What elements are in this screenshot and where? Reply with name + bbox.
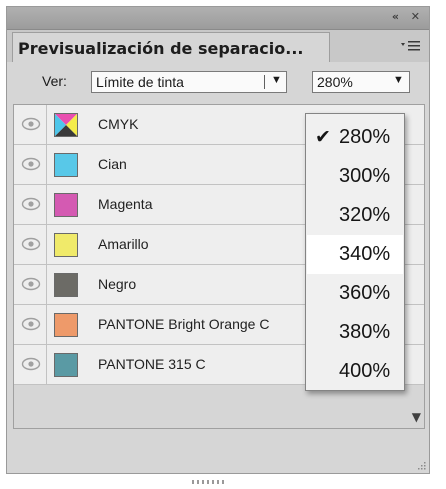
option-320[interactable]: 320% xyxy=(307,196,403,235)
eye-icon[interactable] xyxy=(14,265,47,304)
separation-label: Amarillo xyxy=(98,236,149,252)
tab-separations-preview[interactable]: Previsualización de separacio... xyxy=(12,32,330,62)
option-380[interactable]: 380% xyxy=(307,313,403,352)
separation-label: Magenta xyxy=(98,196,153,212)
option-280[interactable]: ✔ 280% xyxy=(307,118,403,157)
eye-icon[interactable] xyxy=(14,225,47,264)
option-340[interactable]: 340% xyxy=(307,235,403,274)
eye-icon[interactable] xyxy=(14,145,47,184)
ink-limit-value: 280% xyxy=(317,74,353,90)
separation-label: PANTONE Bright Orange C xyxy=(98,316,270,332)
eye-icon[interactable] xyxy=(14,345,47,384)
tab-row: Previsualización de separacio... xyxy=(7,30,429,62)
view-label: Ver: xyxy=(42,73,67,89)
color-swatch xyxy=(54,233,78,257)
chevron-down-icon[interactable]: ▼ xyxy=(271,74,282,86)
panel-menu-icon[interactable] xyxy=(399,39,421,55)
option-300[interactable]: 300% xyxy=(307,157,403,196)
resize-grip-icon[interactable] xyxy=(415,461,427,471)
close-icon[interactable]: ✕ xyxy=(411,10,420,23)
view-mode-select[interactable]: Límite de tinta ▼ xyxy=(91,71,287,93)
list-empty-area xyxy=(14,385,424,428)
collapse-panel-icon[interactable]: « xyxy=(392,10,399,23)
eye-icon[interactable] xyxy=(14,305,47,344)
option-400[interactable]: 400% xyxy=(307,352,403,391)
separation-label: PANTONE 315 C xyxy=(98,356,206,372)
ink-limit-select[interactable]: 280% ▼ xyxy=(312,71,410,93)
separation-label: Negro xyxy=(98,276,137,292)
color-swatch xyxy=(54,193,78,217)
eye-icon[interactable] xyxy=(14,105,47,144)
cmyk-swatch-icon xyxy=(54,113,78,137)
eye-icon[interactable] xyxy=(14,185,47,224)
panel-resize-handle[interactable] xyxy=(190,479,230,485)
ink-limit-dropdown: ✔ 280% 300% 320% 340% 360% 380% 400% xyxy=(305,113,405,391)
separation-label: CMYK xyxy=(98,116,139,132)
color-swatch xyxy=(54,313,78,337)
color-swatch xyxy=(54,153,78,177)
chevron-down-icon[interactable]: ▼ xyxy=(393,74,404,86)
panel-title-bar[interactable]: « ✕ xyxy=(7,7,429,30)
checkmark-icon: ✔ xyxy=(315,127,331,148)
color-swatch xyxy=(54,273,78,297)
scroll-down-arrow-icon[interactable]: ▼ xyxy=(412,410,421,424)
view-mode-value: Límite de tinta xyxy=(96,74,184,90)
option-360[interactable]: 360% xyxy=(307,274,403,313)
color-swatch xyxy=(54,353,78,377)
separation-label: Cian xyxy=(98,156,127,172)
select-divider xyxy=(264,75,265,89)
